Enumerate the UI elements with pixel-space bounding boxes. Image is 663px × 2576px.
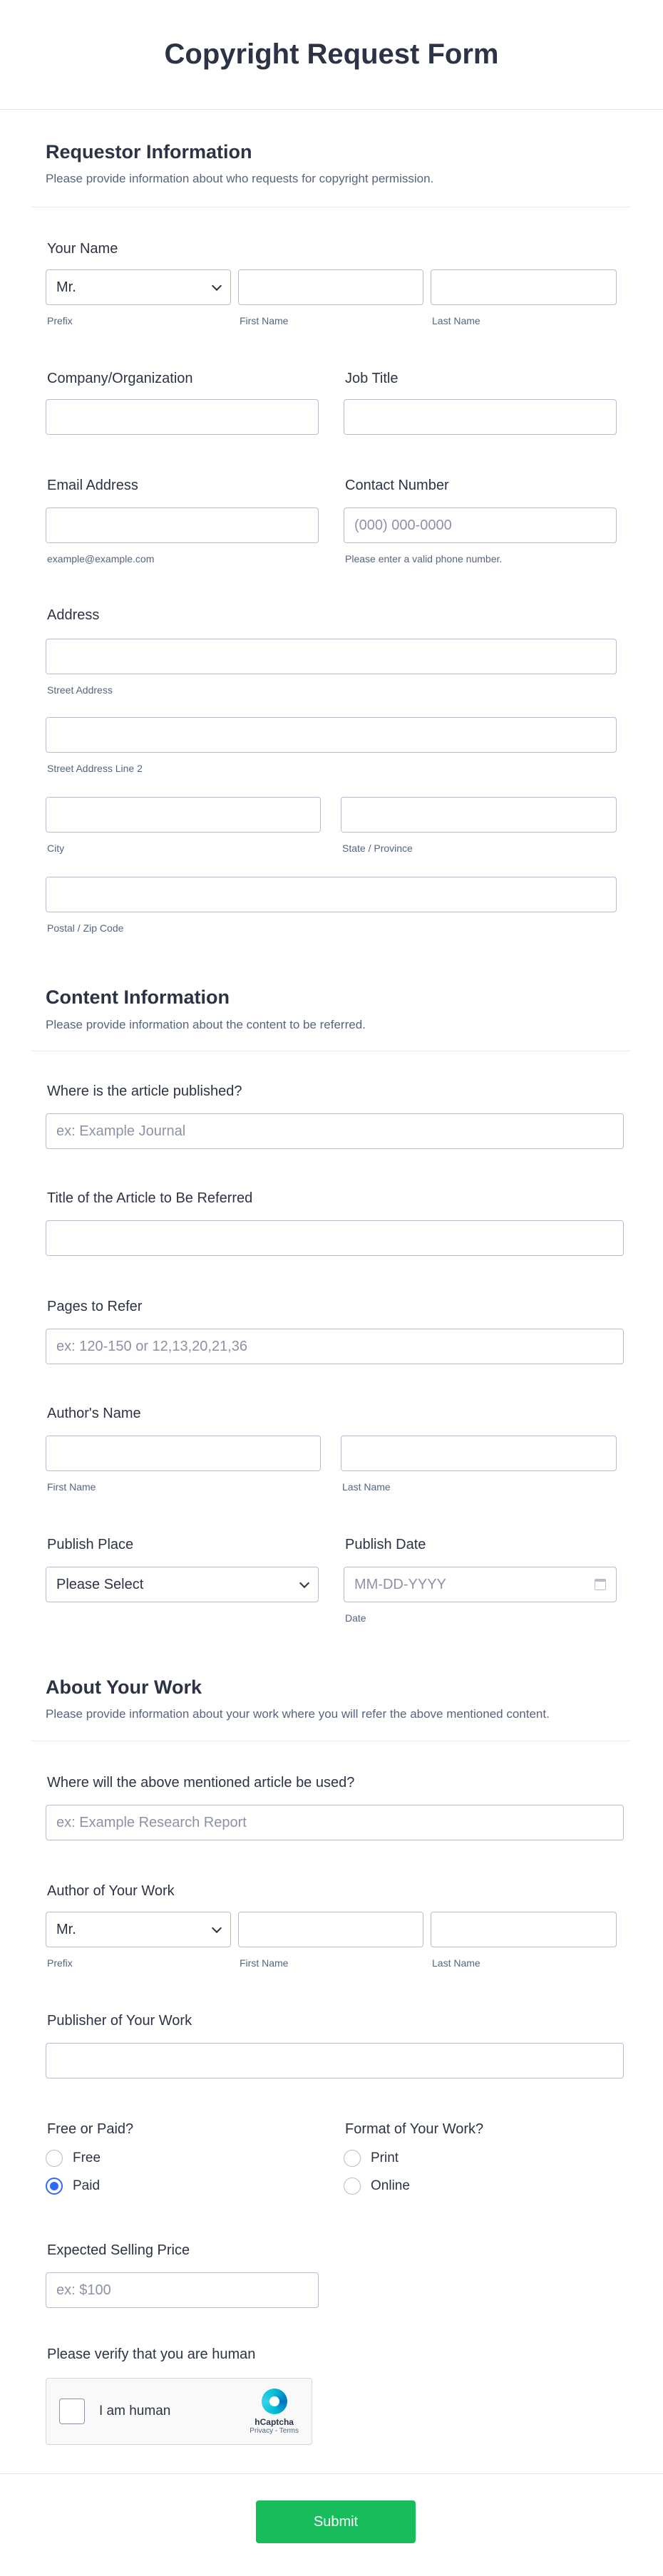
section-title-content: Content Information — [46, 986, 230, 1008]
publish-date-input[interactable]: MM-DD-YYYY — [344, 1567, 617, 1602]
format-label: Format of Your Work? — [345, 2121, 484, 2137]
email-sublabel: example@example.com — [47, 553, 155, 565]
work-author-prefix-sublabel: Prefix — [47, 1957, 73, 1969]
publish-place-label: Publish Place — [47, 1537, 134, 1552]
section-desc-requestor: Please provide information about who req… — [46, 172, 434, 185]
captcha-widget[interactable]: I am human hCaptcha Privacy - Terms — [46, 2378, 312, 2445]
work-author-last-sublabel: Last Name — [432, 1957, 480, 1969]
captcha-text: I am human — [99, 2404, 171, 2418]
chevron-down-icon — [299, 1577, 310, 1588]
price-input[interactable]: ex: $100 — [46, 2272, 319, 2308]
street-address-2-input[interactable] — [46, 717, 617, 753]
publish-date-label: Publish Date — [345, 1537, 426, 1552]
radio-free-label: Free — [73, 2150, 101, 2165]
published-where-input[interactable]: ex: Example Journal — [46, 1113, 624, 1149]
section-title-work: About Your Work — [46, 1676, 202, 1698]
publish-place-select[interactable]: Please Select — [46, 1567, 319, 1602]
form-title: Copyright Request Form — [164, 38, 499, 70]
first-name-input[interactable] — [238, 269, 423, 305]
article-title-input[interactable] — [46, 1220, 624, 1256]
first-name-sublabel: First Name — [240, 315, 289, 326]
work-author-last-input[interactable] — [431, 1912, 617, 1947]
author-first-sublabel: First Name — [47, 1481, 96, 1493]
pages-label: Pages to Refer — [47, 1299, 143, 1314]
section-desc-content: Please provide information about the con… — [46, 1018, 366, 1031]
free-paid-label: Free or Paid? — [47, 2121, 134, 2137]
chevron-down-icon — [211, 280, 222, 291]
chevron-down-icon — [211, 1922, 222, 1933]
zip-input[interactable] — [46, 877, 617, 912]
hcaptcha-links[interactable]: Privacy - Terms — [250, 2427, 299, 2435]
radio-paid[interactable]: Paid — [46, 2178, 100, 2195]
author-label: Author's Name — [47, 1406, 141, 1421]
prefix-value: Mr. — [56, 279, 76, 295]
hcaptcha-brand: hCaptcha — [255, 2416, 294, 2427]
article-title-label: Title of the Article to Be Referred — [47, 1190, 253, 1206]
phone-input[interactable]: (000) 000-0000 — [344, 508, 617, 543]
zip-sublabel: Postal / Zip Code — [47, 922, 124, 934]
footer-divider — [0, 2473, 663, 2474]
author-last-input[interactable] — [341, 1436, 617, 1471]
company-label: Company/Organization — [47, 371, 193, 386]
radio-free[interactable]: Free — [46, 2150, 101, 2167]
publisher-input[interactable] — [46, 2043, 624, 2078]
work-author-first-input[interactable] — [238, 1912, 423, 1947]
radio-circle[interactable] — [344, 2150, 361, 2167]
radio-online-label: Online — [371, 2178, 410, 2193]
last-name-input[interactable] — [431, 269, 617, 305]
phone-label: Contact Number — [345, 478, 449, 493]
hcaptcha-logo-icon — [261, 2388, 287, 2414]
company-input[interactable] — [46, 399, 319, 435]
work-author-prefix-select[interactable]: Mr. — [46, 1912, 231, 1947]
last-name-sublabel: Last Name — [432, 315, 480, 326]
city-input[interactable] — [46, 797, 321, 833]
street-address-input[interactable] — [46, 639, 617, 674]
radio-online[interactable]: Online — [344, 2178, 410, 2195]
section-title-requestor: Requestor Information — [46, 141, 252, 163]
your-name-label: Your Name — [47, 241, 118, 257]
calendar-icon[interactable] — [595, 1579, 606, 1590]
publish-place-value: Please Select — [56, 1576, 144, 1592]
pages-input[interactable]: ex: 120-150 or 12,13,20,21,36 — [46, 1329, 624, 1364]
work-author-first-sublabel: First Name — [240, 1957, 289, 1969]
publisher-label: Publisher of Your Work — [47, 2013, 192, 2029]
street-address-2-sublabel: Street Address Line 2 — [47, 763, 143, 774]
publish-date-sublabel: Date — [345, 1612, 366, 1624]
section-desc-work: Please provide information about your wo… — [46, 1707, 550, 1721]
prefix-select[interactable]: Mr. — [46, 269, 231, 305]
street-address-sublabel: Street Address — [47, 684, 113, 696]
state-sublabel: State / Province — [342, 843, 413, 854]
city-sublabel: City — [47, 843, 65, 854]
price-label: Expected Selling Price — [47, 2242, 190, 2258]
author-last-sublabel: Last Name — [342, 1481, 391, 1493]
email-label: Email Address — [47, 478, 138, 493]
radio-circle-selected[interactable] — [46, 2178, 63, 2195]
usage-label: Where will the above mentioned article b… — [47, 1775, 355, 1791]
published-where-label: Where is the article published? — [47, 1083, 242, 1099]
captcha-checkbox[interactable] — [59, 2399, 85, 2424]
radio-circle[interactable] — [344, 2178, 361, 2195]
address-label: Address — [47, 607, 100, 623]
radio-circle[interactable] — [46, 2150, 63, 2167]
email-input[interactable] — [46, 508, 319, 543]
work-author-prefix-value: Mr. — [56, 1921, 76, 1937]
captcha-label: Please verify that you are human — [47, 2346, 256, 2362]
author-first-input[interactable] — [46, 1436, 321, 1471]
publish-date-placeholder: MM-DD-YYYY — [354, 1576, 446, 1592]
radio-paid-label: Paid — [73, 2178, 101, 2193]
radio-print-label: Print — [371, 2150, 399, 2165]
form-header: Copyright Request Form — [0, 0, 663, 110]
state-input[interactable] — [341, 797, 617, 833]
submit-button[interactable]: Submit — [256, 2500, 416, 2543]
radio-print[interactable]: Print — [344, 2150, 399, 2167]
work-author-label: Author of Your Work — [47, 1883, 175, 1899]
job-title-label: Job Title — [345, 371, 399, 386]
hcaptcha-badge: hCaptcha Privacy - Terms — [250, 2388, 299, 2435]
phone-sublabel: Please enter a valid phone number. — [345, 553, 503, 565]
prefix-sublabel: Prefix — [47, 315, 73, 326]
job-title-input[interactable] — [344, 399, 617, 435]
usage-input[interactable]: ex: Example Research Report — [46, 1805, 624, 1840]
